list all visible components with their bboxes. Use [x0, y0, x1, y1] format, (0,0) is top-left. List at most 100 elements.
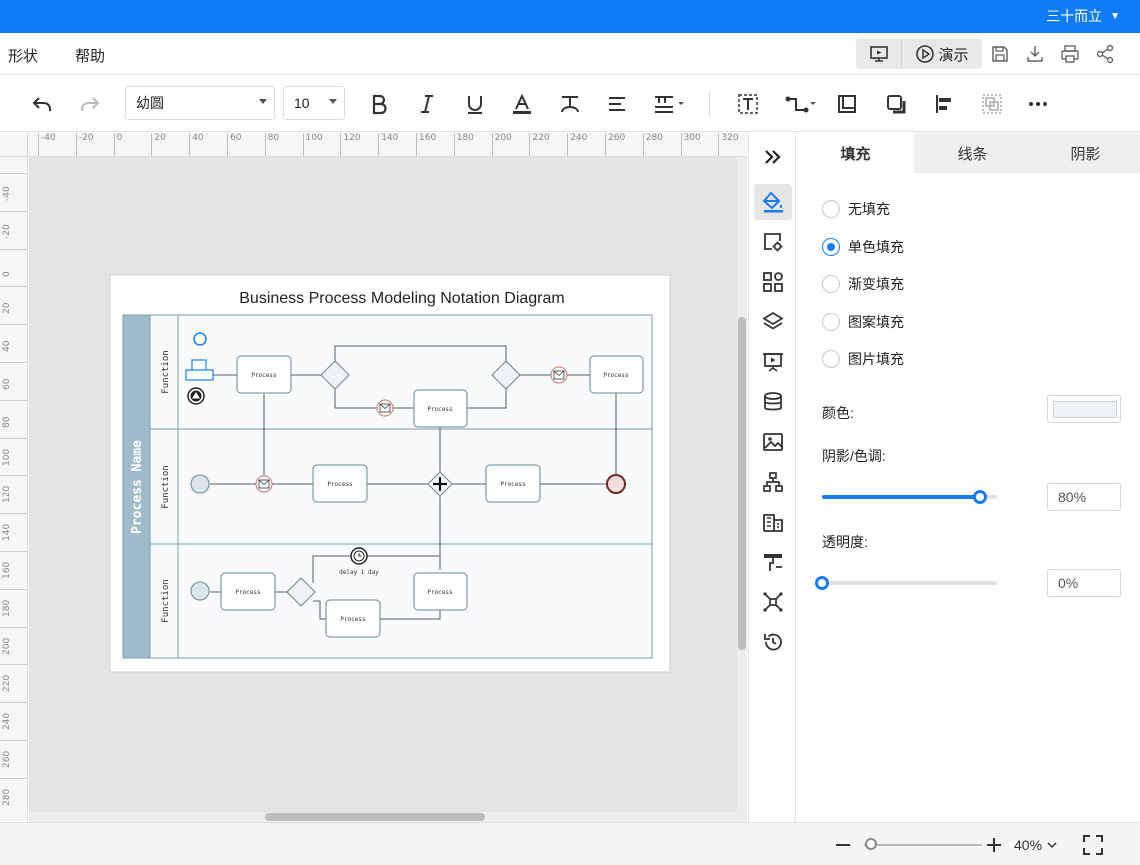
- mindmap-button[interactable]: [754, 584, 792, 620]
- tab-shadow[interactable]: 阴影: [1031, 133, 1140, 173]
- text-style-button[interactable]: [557, 90, 583, 118]
- menu-help[interactable]: 帮助: [75, 45, 105, 66]
- ruler-tick: [0, 248, 27, 250]
- save-button[interactable]: [989, 43, 1011, 65]
- drawing-canvas[interactable]: Business Process Modeling Notation Diagr…: [29, 157, 747, 812]
- border-button[interactable]: [834, 90, 860, 118]
- shade-slider[interactable]: [822, 490, 997, 504]
- fill-option-image[interactable]: 图片填充: [822, 349, 904, 369]
- opacity-slider[interactable]: [815, 576, 997, 590]
- user-menu[interactable]: 三十而立 ▼: [1046, 6, 1120, 26]
- slider-knob[interactable]: [815, 576, 829, 590]
- fill-option-pattern[interactable]: 图案填充: [822, 312, 904, 332]
- ruler-tick-label: 0: [113, 133, 122, 156]
- diagram-title[interactable]: Business Process Modeling Notation Diagr…: [239, 290, 564, 307]
- align-button[interactable]: [604, 90, 630, 118]
- layers-button[interactable]: [754, 304, 792, 340]
- ruler-tick-label: 280: [642, 133, 663, 156]
- fill-option-none[interactable]: 无填充: [822, 199, 890, 219]
- horizontal-scrollbar[interactable]: [29, 812, 747, 822]
- undo-button[interactable]: [29, 90, 55, 118]
- ruler-tick-label: 80: [264, 133, 279, 156]
- fullscreen-icon: [1083, 835, 1103, 855]
- history-icon: [764, 633, 782, 651]
- org-chart-button[interactable]: [754, 464, 792, 500]
- radio-button[interactable]: [822, 313, 840, 331]
- ruler-tick-label: 180: [2, 599, 12, 617]
- font-color-button[interactable]: [509, 90, 535, 118]
- fill-option-solid[interactable]: 单色填充: [822, 237, 904, 257]
- scroll-thumb[interactable]: [265, 813, 485, 821]
- zoom-in-button[interactable]: [985, 836, 1003, 854]
- font-size-value: 10: [294, 95, 310, 111]
- radio-button[interactable]: [822, 275, 840, 293]
- more-button[interactable]: [1025, 90, 1051, 118]
- ruler-tick-label: 180: [453, 133, 474, 156]
- arrange-icon: [936, 95, 951, 113]
- radio-button[interactable]: [822, 350, 840, 368]
- slideshow-button[interactable]: [754, 344, 792, 380]
- zoom-out-button[interactable]: [834, 836, 852, 854]
- shapes-grid-icon: [763, 272, 783, 292]
- shapes-library-button[interactable]: [754, 264, 792, 300]
- scroll-thumb[interactable]: [738, 317, 746, 650]
- underline-button[interactable]: [462, 90, 488, 118]
- color-label: 颜色:: [822, 405, 854, 421]
- align-icon: [609, 97, 625, 111]
- ruler-tick: [0, 551, 27, 552]
- selection-handle[interactable]: [185, 369, 214, 381]
- data-button[interactable]: [754, 384, 792, 420]
- history-button[interactable]: [754, 624, 792, 660]
- ruler-tick-label: 200: [491, 133, 512, 156]
- download-button[interactable]: [1024, 43, 1046, 65]
- start-event[interactable]: [190, 581, 210, 601]
- print-button[interactable]: [1059, 43, 1081, 65]
- redo-button[interactable]: [77, 90, 103, 118]
- present-group: 演示: [856, 39, 982, 69]
- slider-knob[interactable]: [972, 490, 987, 504]
- fill-option-gradient[interactable]: 渐变填充: [822, 274, 904, 294]
- tab-fill[interactable]: 填充: [797, 133, 914, 173]
- menu-shape[interactable]: 形状: [8, 45, 38, 66]
- tab-line[interactable]: 线条: [914, 133, 1031, 173]
- page-settings-button[interactable]: [754, 224, 792, 260]
- color-picker[interactable]: [1047, 395, 1121, 423]
- shadow-button[interactable]: [883, 90, 909, 118]
- fill-tool-button[interactable]: [754, 184, 792, 220]
- opacity-value-input[interactable]: 0%: [1047, 569, 1121, 597]
- arrange-button[interactable]: [931, 90, 957, 118]
- chevron-down-icon: [259, 99, 267, 104]
- line-spacing-button[interactable]: [652, 90, 688, 118]
- zoom-level-select[interactable]: 40%: [1014, 837, 1057, 853]
- italic-button[interactable]: [414, 90, 440, 118]
- zoom-slider[interactable]: [864, 844, 982, 846]
- top-bar: 三十而立 ▼: [0, 0, 1140, 33]
- connector-button[interactable]: [783, 90, 819, 118]
- collapse-panel-button[interactable]: [754, 139, 792, 175]
- chevron-down-icon: ▼: [1110, 10, 1120, 22]
- shade-value-input[interactable]: 80%: [1047, 483, 1121, 511]
- end-event[interactable]: [606, 474, 626, 494]
- start-event[interactable]: [193, 332, 207, 346]
- radio-button[interactable]: [822, 238, 840, 256]
- mindmap-icon: [763, 592, 783, 612]
- group-button[interactable]: [979, 90, 1005, 118]
- present-button[interactable]: 演示: [902, 39, 982, 69]
- share-button[interactable]: [1094, 43, 1116, 65]
- vertical-scrollbar[interactable]: [737, 157, 747, 812]
- start-event[interactable]: [190, 474, 210, 494]
- underline-icon: [468, 96, 482, 114]
- bold-button[interactable]: [366, 90, 392, 118]
- italic-icon: [421, 95, 433, 113]
- diagram-svg[interactable]: Business Process Modeling Notation Diagr…: [29, 157, 747, 812]
- font-family-select[interactable]: 幼圆: [125, 86, 275, 120]
- format-painter-button[interactable]: [754, 544, 792, 580]
- zoom-slider-knob[interactable]: [865, 838, 877, 850]
- fullscreen-button[interactable]: [1082, 834, 1104, 856]
- text-box-button[interactable]: [735, 90, 761, 118]
- radio-button[interactable]: [822, 200, 840, 218]
- image-button[interactable]: [754, 424, 792, 460]
- font-size-select[interactable]: 10: [283, 86, 345, 120]
- building-button[interactable]: [754, 504, 792, 540]
- presentation-button[interactable]: [856, 39, 902, 69]
